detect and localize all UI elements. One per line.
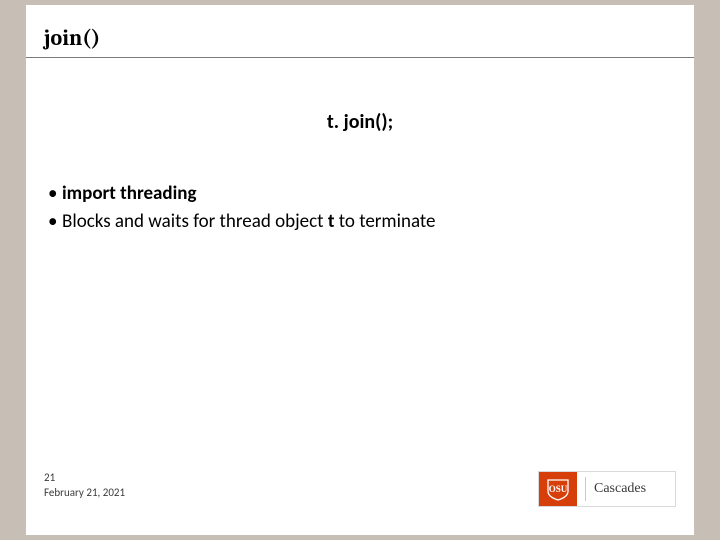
title-underline bbox=[26, 57, 694, 58]
slide-title: join() bbox=[44, 25, 100, 51]
slide-number: 21 bbox=[44, 471, 125, 485]
bullet-text: import threading bbox=[62, 180, 197, 208]
bullet-list: • import threading • Blocks and waits fo… bbox=[48, 180, 436, 235]
bullet-text-part: to terminate bbox=[334, 210, 435, 233]
code-example: t. join(); bbox=[26, 110, 694, 134]
slide-footer: 21 February 21, 2021 bbox=[44, 471, 125, 500]
logo-shield-icon: OSU bbox=[539, 472, 577, 506]
slide-date: February 21, 2021 bbox=[44, 486, 125, 500]
osu-cascades-logo: OSU Cascades bbox=[538, 471, 676, 507]
bullet-dot: • bbox=[48, 208, 62, 236]
bullet-text-part: Blocks and waits for thread object bbox=[62, 210, 328, 233]
bullet-item: • import threading bbox=[48, 180, 436, 208]
logo-text: Cascades bbox=[594, 481, 646, 497]
slide-container: join() t. join(); • import threading • B… bbox=[26, 5, 694, 535]
bullet-dot: • bbox=[48, 180, 62, 208]
bullet-item: • Blocks and waits for thread object t t… bbox=[48, 208, 436, 236]
bullet-text: Blocks and waits for thread object t to … bbox=[62, 208, 436, 236]
svg-text:OSU: OSU bbox=[549, 484, 568, 494]
logo-divider bbox=[585, 477, 586, 501]
